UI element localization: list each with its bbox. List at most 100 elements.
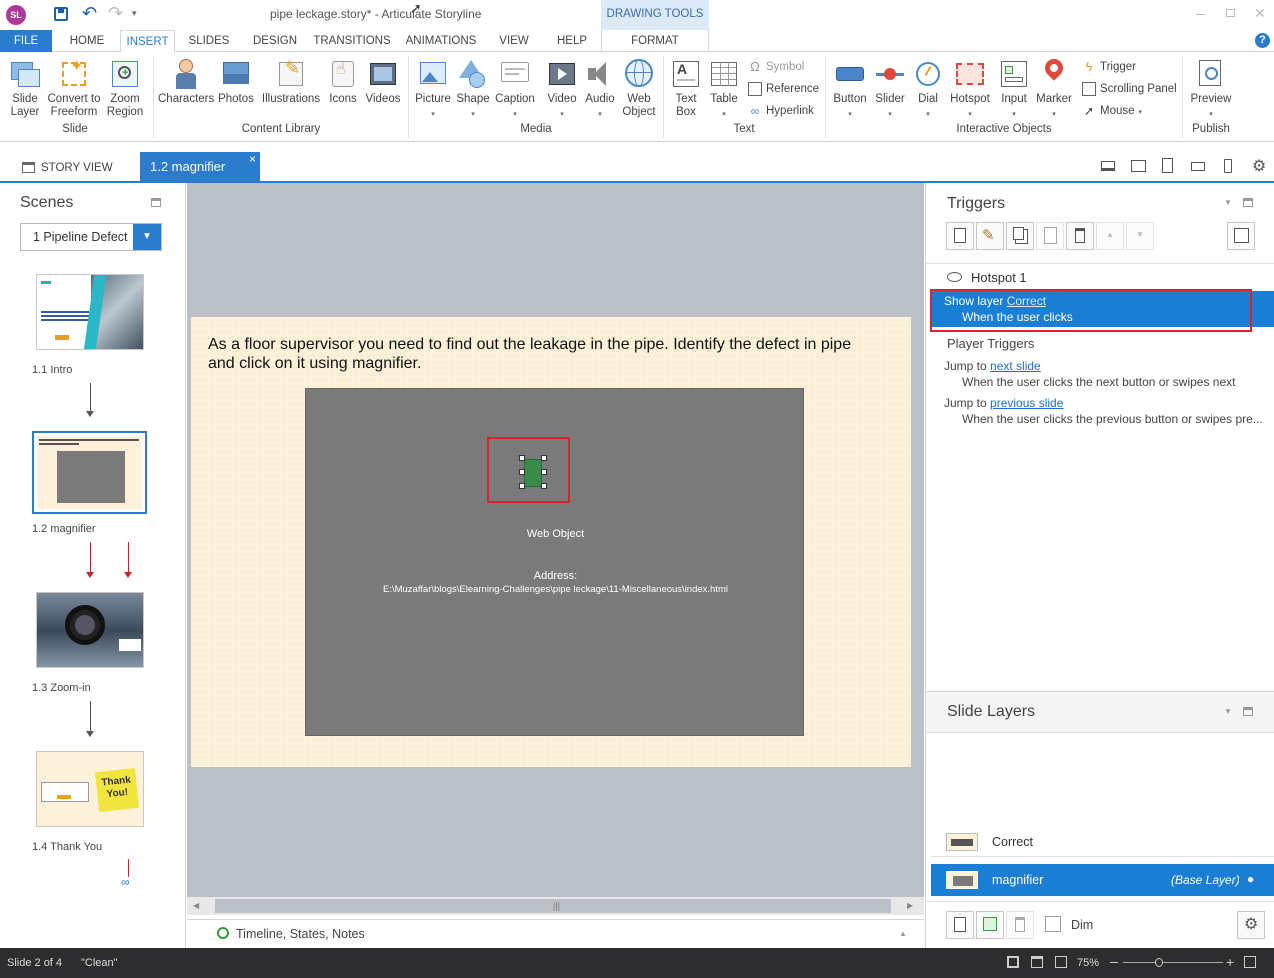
- tab-design[interactable]: DESIGN: [246, 30, 304, 52]
- settings-gear-icon[interactable]: ⚙: [1252, 156, 1266, 176]
- characters-button[interactable]: Characters: [158, 58, 214, 106]
- slide-thumb-intro[interactable]: [36, 274, 144, 350]
- zoom-slider-thumb[interactable]: [1155, 958, 1163, 967]
- instruction-text[interactable]: As a floor supervisor you need to find o…: [208, 335, 868, 373]
- tab-view[interactable]: VIEW: [490, 30, 538, 52]
- next-slide-link[interactable]: next slide: [990, 359, 1041, 373]
- save-icon[interactable]: [54, 7, 68, 21]
- device-phone-portrait-icon[interactable]: [1224, 159, 1232, 173]
- slide-thumb-magnifier[interactable]: [32, 431, 147, 514]
- delete-layer-button[interactable]: [1006, 911, 1034, 939]
- move-up-button[interactable]: ▲: [1096, 222, 1124, 250]
- hyperlink-button[interactable]: ∞ Hyperlink: [748, 102, 814, 120]
- eye-icon[interactable]: ●: [1247, 872, 1254, 886]
- device-phone-landscape-icon[interactable]: [1191, 162, 1205, 171]
- player-trigger-previous[interactable]: Jump to previous slide When the user cli…: [944, 396, 1274, 426]
- fit-view-icon[interactable]: [1055, 956, 1067, 968]
- mouse-button[interactable]: ➚ Mouse ▾: [1082, 102, 1142, 120]
- slider-button[interactable]: Slider ▾: [870, 58, 910, 121]
- player-trigger-next[interactable]: Jump to next slide When the user clicks …: [944, 359, 1274, 389]
- dial-button[interactable]: Dial ▾: [910, 58, 946, 121]
- copy-trigger-button[interactable]: [1006, 222, 1034, 250]
- undo-icon[interactable]: ↶: [82, 3, 97, 24]
- move-down-button[interactable]: ▼: [1126, 222, 1154, 250]
- close-tab-icon[interactable]: ×: [249, 144, 256, 174]
- new-trigger-button[interactable]: [946, 222, 974, 250]
- tab-slides[interactable]: SLIDES: [182, 30, 236, 52]
- table-button[interactable]: Table ▾: [704, 58, 744, 121]
- zoom-in-icon[interactable]: +: [1226, 954, 1234, 970]
- dim-checkbox[interactable]: [1045, 916, 1061, 932]
- file-tab[interactable]: FILE: [0, 30, 52, 52]
- tab-home[interactable]: HOME: [60, 30, 114, 52]
- slide-layer-button[interactable]: Slide Layer: [4, 58, 46, 119]
- selection-handle[interactable]: [541, 483, 547, 489]
- web-object[interactable]: Web Object Address: E:\Muzaffar\blogs\El…: [305, 388, 804, 736]
- zoom-region-button[interactable]: + Zoom Region: [104, 58, 146, 119]
- edit-trigger-button[interactable]: ✎: [976, 222, 1004, 250]
- layers-restore-icon[interactable]: [1243, 707, 1253, 716]
- triggers-restore-icon[interactable]: [1243, 198, 1253, 207]
- new-layer-button[interactable]: [946, 911, 974, 939]
- illustrations-button[interactable]: ✎ Illustrations: [258, 58, 324, 106]
- selection-handle[interactable]: [541, 469, 547, 475]
- button-button[interactable]: Button ▾: [830, 58, 870, 121]
- audio-button[interactable]: Audio ▾: [582, 58, 618, 121]
- triggers-collapse-icon[interactable]: ▼: [1224, 198, 1232, 207]
- picture-button[interactable]: Picture ▾: [412, 58, 454, 121]
- video-button[interactable]: Video ▾: [542, 58, 582, 121]
- reference-button[interactable]: Reference: [748, 80, 819, 98]
- videos-button[interactable]: Videos: [362, 58, 404, 106]
- zoom-slider-track[interactable]: [1123, 962, 1223, 963]
- delete-trigger-button[interactable]: [1066, 222, 1094, 250]
- device-tablet-landscape-icon[interactable]: [1131, 160, 1146, 172]
- scenes-panel-restore-icon[interactable]: [151, 198, 161, 207]
- tab-1-2-magnifier[interactable]: 1.2 magnifier ×: [140, 152, 260, 182]
- scrolling-panel-button[interactable]: Scrolling Panel: [1082, 80, 1177, 98]
- tab-help[interactable]: HELP: [548, 30, 596, 52]
- selection-handle[interactable]: [541, 455, 547, 461]
- shape-button[interactable]: Shape ▾: [454, 58, 492, 121]
- web-object-button[interactable]: Web Object: [618, 58, 660, 119]
- marker-button[interactable]: Marker ▾: [1034, 55, 1074, 121]
- timeline-bar[interactable]: Timeline, States, Notes ▲: [187, 919, 924, 948]
- normal-view-icon[interactable]: [1007, 956, 1019, 968]
- tab-format[interactable]: FORMAT: [601, 30, 709, 52]
- selection-handle[interactable]: [519, 469, 525, 475]
- zoom-out-icon[interactable]: [1110, 962, 1118, 963]
- layer-properties-button[interactable]: ⚙: [1237, 911, 1265, 939]
- selection-handle[interactable]: [519, 455, 525, 461]
- restore-icon[interactable]: [1226, 9, 1235, 17]
- scene-dropdown[interactable]: 1 Pipeline Defect ▼: [20, 223, 162, 251]
- hotspot-button[interactable]: Hotspot ▾: [946, 58, 994, 121]
- scroll-left-icon[interactable]: ◀: [193, 901, 199, 910]
- convert-to-freeform-button[interactable]: ✦ Convert to Freeform: [44, 58, 104, 119]
- photos-button[interactable]: Photos: [214, 58, 258, 106]
- device-tablet-portrait-icon[interactable]: [1162, 158, 1173, 173]
- input-button[interactable]: Input ▾: [994, 58, 1034, 121]
- trigger-wizard-button[interactable]: [1227, 222, 1255, 250]
- story-view-tab[interactable]: STORY VIEW: [22, 159, 113, 177]
- duplicate-layer-button[interactable]: [976, 911, 1004, 939]
- symbol-button[interactable]: Ω Symbol: [748, 58, 804, 76]
- tab-animations[interactable]: ANIMATIONS: [400, 30, 482, 52]
- paste-trigger-button[interactable]: [1036, 222, 1064, 250]
- slide-thumb-thank-you[interactable]: Thank You!: [36, 751, 144, 827]
- text-box-button[interactable]: A Text Box: [668, 58, 704, 119]
- customize-qat-icon[interactable]: ▾: [132, 8, 137, 19]
- trigger-button[interactable]: ϟ Trigger: [1082, 58, 1136, 76]
- slide-thumb-zoom-in[interactable]: [36, 592, 144, 668]
- device-desktop-icon[interactable]: [1101, 161, 1115, 171]
- tab-insert[interactable]: INSERT: [120, 30, 175, 53]
- expand-up-icon[interactable]: ▲: [899, 929, 907, 938]
- layer-item-magnifier[interactable]: magnifier (Base Layer) ●: [931, 864, 1274, 896]
- previous-slide-link[interactable]: previous slide: [990, 396, 1063, 410]
- preview-button[interactable]: Preview ▾: [1188, 58, 1234, 121]
- close-window-icon[interactable]: ✕: [1254, 5, 1266, 22]
- layers-collapse-icon[interactable]: ▼: [1224, 707, 1232, 716]
- caption-button[interactable]: Caption ▾: [492, 58, 538, 121]
- hotspot-1[interactable]: [524, 459, 542, 487]
- layer-item-correct[interactable]: Correct: [931, 827, 1274, 857]
- story-view-icon[interactable]: [1031, 956, 1043, 968]
- scroll-right-icon[interactable]: ▶: [907, 901, 913, 910]
